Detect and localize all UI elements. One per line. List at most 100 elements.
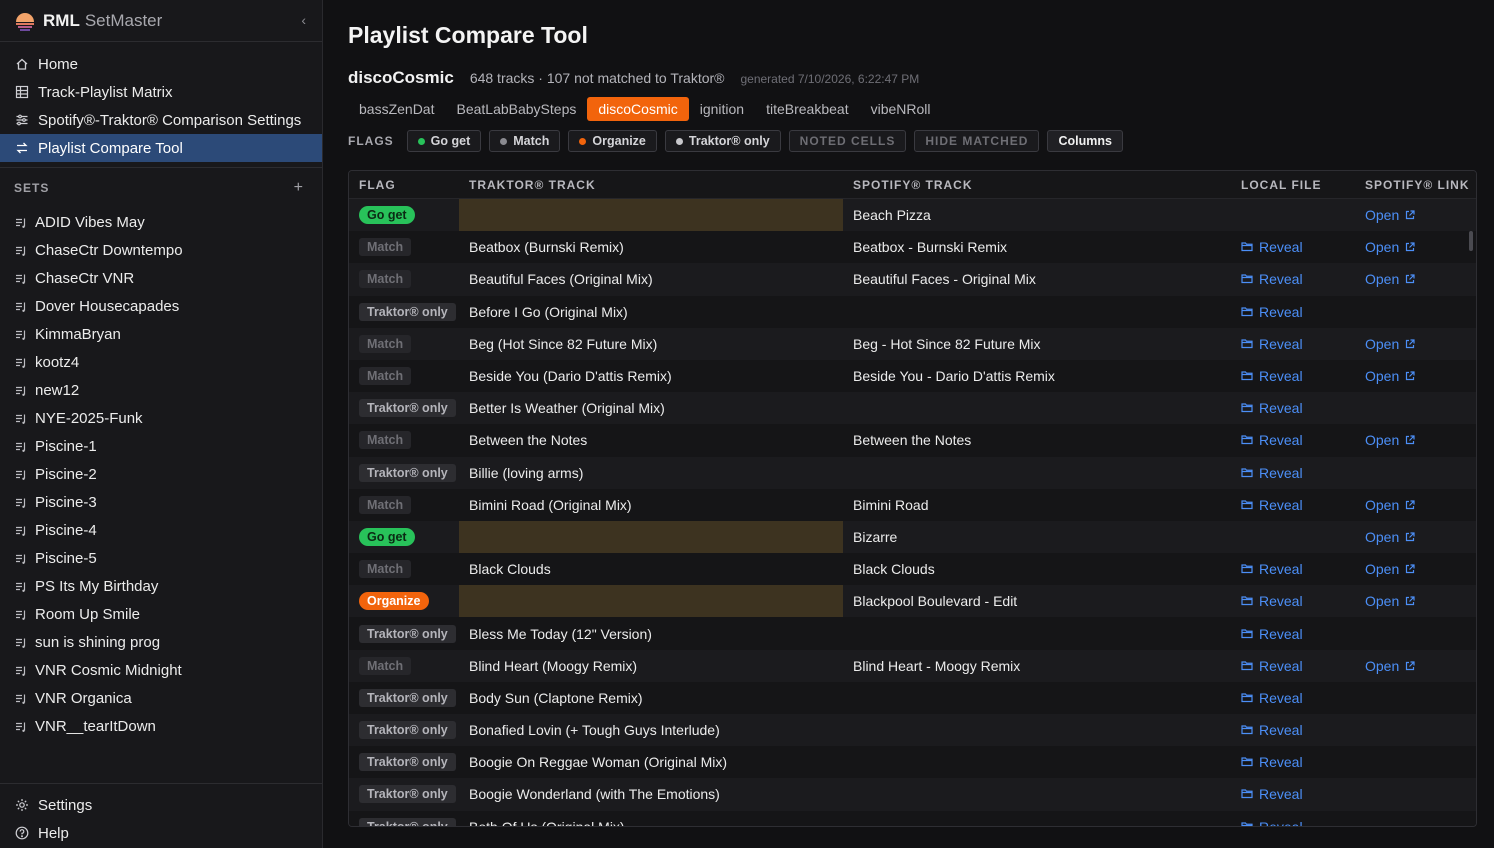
cell-traktor-track[interactable] <box>459 199 843 232</box>
flag-filter-go-get[interactable]: Go get <box>406 130 482 152</box>
table-row[interactable]: Traktor® only Better Is Weather (Original… <box>349 392 1476 425</box>
set-item[interactable]: sun is shining prog <box>0 628 322 656</box>
flag-badge[interactable]: Match <box>359 560 412 579</box>
nav-item-spotify-traktor-comparison-settings[interactable]: Spotify®-Traktor® Comparison Settings <box>0 106 322 134</box>
collapse-sidebar-icon[interactable]: ‹ <box>301 12 306 28</box>
col-local-file[interactable]: LOCAL FILE <box>1227 178 1357 192</box>
nav-item-track-playlist-matrix[interactable]: Track-Playlist Matrix <box>0 78 322 106</box>
cell-traktor-track[interactable]: Beside You (Dario D'attis Remix) <box>459 368 843 384</box>
reveal-link[interactable]: Reveal <box>1241 400 1303 416</box>
reveal-link[interactable]: Reveal <box>1241 690 1303 706</box>
set-item[interactable]: Piscine-4 <box>0 516 322 544</box>
table-row[interactable]: Traktor® only Body Sun (Claptone Remix) Re… <box>349 681 1476 714</box>
flag-badge[interactable]: Organize <box>359 592 429 611</box>
table-row[interactable]: Match Beg (Hot Since 82 Future Mix) Beg - … <box>349 327 1476 360</box>
cell-spotify-track[interactable]: Beatbox - Burnski Remix <box>843 239 1227 255</box>
table-row[interactable]: Traktor® only Bless Me Today (12" Version… <box>349 617 1476 650</box>
reveal-link[interactable]: Reveal <box>1241 658 1303 674</box>
table-row[interactable]: Match Black Clouds Black Clouds Reveal Open <box>349 553 1476 586</box>
reveal-link[interactable]: Reveal <box>1241 304 1303 320</box>
open-spotify-link[interactable]: Open <box>1365 432 1421 448</box>
col-spotify-track[interactable]: SPOTIFY® TRACK <box>843 178 1227 192</box>
tab-beatlabbabysteps[interactable]: BeatLabBabySteps <box>445 97 587 121</box>
flag-badge[interactable]: Traktor® only <box>359 463 456 482</box>
cell-spotify-track[interactable]: Beside You - Dario D'attis Remix <box>843 368 1227 384</box>
cell-traktor-track[interactable]: Blind Heart (Moogy Remix) <box>459 658 843 674</box>
flag-badge[interactable]: Traktor® only <box>359 785 456 804</box>
add-set-icon[interactable]: + <box>294 179 304 197</box>
set-item[interactable]: Piscine-2 <box>0 460 322 488</box>
open-spotify-link[interactable]: Open <box>1365 239 1421 255</box>
set-item[interactable]: VNR__tearItDown <box>0 712 322 740</box>
cell-spotify-track[interactable]: Blackpool Boulevard - Edit <box>843 593 1227 609</box>
cell-traktor-track[interactable]: Beg (Hot Since 82 Future Mix) <box>459 336 843 352</box>
reveal-link[interactable]: Reveal <box>1241 819 1303 826</box>
tab-basszendat[interactable]: bassZenDat <box>348 97 445 121</box>
cell-spotify-track[interactable]: Between the Notes <box>843 432 1227 448</box>
hide-matched-toggle[interactable]: HIDE MATCHED <box>914 130 1040 152</box>
set-item[interactable]: ChaseCtr VNR <box>0 264 322 292</box>
set-item[interactable]: PS Its My Birthday <box>0 572 322 600</box>
cell-traktor-track[interactable]: Boogie Wonderland (with The Emotions) <box>459 786 843 802</box>
columns-button[interactable]: Columns <box>1047 130 1123 152</box>
flag-badge[interactable]: Traktor® only <box>359 817 456 826</box>
flag-badge[interactable]: Traktor® only <box>359 302 456 321</box>
cell-traktor-track[interactable]: Beatbox (Burnski Remix) <box>459 239 843 255</box>
table-row[interactable]: Go get Beach Pizza Open <box>349 199 1476 232</box>
flag-badge[interactable]: Match <box>359 495 412 514</box>
open-spotify-link[interactable]: Open <box>1365 368 1421 384</box>
cell-spotify-track[interactable]: Beg - Hot Since 82 Future Mix <box>843 336 1227 352</box>
flag-badge[interactable]: Traktor® only <box>359 399 456 418</box>
table-row[interactable]: Match Between the Notes Between the Notes R… <box>349 424 1476 457</box>
open-spotify-link[interactable]: Open <box>1365 561 1421 577</box>
cell-traktor-track[interactable]: Bimini Road (Original Mix) <box>459 497 843 513</box>
set-item[interactable]: VNR Organica <box>0 684 322 712</box>
set-item[interactable]: new12 <box>0 376 322 404</box>
set-item[interactable]: Room Up Smile <box>0 600 322 628</box>
nav-item-home[interactable]: Home <box>0 50 322 78</box>
flag-badge[interactable]: Match <box>359 334 412 353</box>
table-row[interactable]: Match Blind Heart (Moogy Remix) Blind Hear… <box>349 649 1476 682</box>
cell-traktor-track[interactable]: Both Of Us (Original Mix) <box>459 819 843 826</box>
col-flag[interactable]: FLAG <box>349 178 459 192</box>
tab-discocosmic[interactable]: discoCosmic <box>587 97 689 121</box>
set-item[interactable]: VNR Cosmic Midnight <box>0 656 322 684</box>
flag-badge[interactable]: Traktor® only <box>359 721 456 740</box>
col-spotify-link[interactable]: SPOTIFY® LINK <box>1357 178 1476 192</box>
tab-vibenroll[interactable]: vibeNRoll <box>860 97 942 121</box>
table-row[interactable]: Traktor® only Boogie On Reggae Woman (Ori… <box>349 746 1476 779</box>
set-item[interactable]: kootz4 <box>0 348 322 376</box>
cell-traktor-track[interactable]: Beautiful Faces (Original Mix) <box>459 271 843 287</box>
open-spotify-link[interactable]: Open <box>1365 271 1421 287</box>
cell-traktor-track[interactable]: Between the Notes <box>459 432 843 448</box>
set-item[interactable]: KimmaBryan <box>0 320 322 348</box>
set-item[interactable]: ADID Vibes May <box>0 208 322 236</box>
table-row[interactable]: Traktor® only Before I Go (Original Mix) R… <box>349 295 1476 328</box>
nav-item-help[interactable]: Help <box>0 819 322 847</box>
tab-titebreakbeat[interactable]: titeBreakbeat <box>755 97 860 121</box>
cell-spotify-track[interactable]: Blind Heart - Moogy Remix <box>843 658 1227 674</box>
cell-traktor-track[interactable]: Bless Me Today (12" Version) <box>459 626 843 642</box>
flag-badge[interactable]: Match <box>359 431 412 450</box>
open-spotify-link[interactable]: Open <box>1365 529 1421 545</box>
flag-badge[interactable]: Match <box>359 270 412 289</box>
cell-traktor-track[interactable]: Body Sun (Claptone Remix) <box>459 690 843 706</box>
open-spotify-link[interactable]: Open <box>1365 207 1421 223</box>
cell-spotify-track[interactable]: Bizarre <box>843 529 1227 545</box>
reveal-link[interactable]: Reveal <box>1241 271 1303 287</box>
set-item[interactable]: ChaseCtr Downtempo <box>0 236 322 264</box>
cell-traktor-track[interactable]: Billie (loving arms) <box>459 465 843 481</box>
flag-badge[interactable]: Traktor® only <box>359 753 456 772</box>
reveal-link[interactable]: Reveal <box>1241 368 1303 384</box>
cell-traktor-track[interactable]: Boogie On Reggae Woman (Original Mix) <box>459 754 843 770</box>
open-spotify-link[interactable]: Open <box>1365 497 1421 513</box>
noted-cells-toggle[interactable]: NOTED CELLS <box>788 130 907 152</box>
open-spotify-link[interactable]: Open <box>1365 336 1421 352</box>
set-item[interactable]: NYE-2025-Funk <box>0 404 322 432</box>
table-row[interactable]: Match Beside You (Dario D'attis Remix) Bes… <box>349 359 1476 393</box>
flag-badge[interactable]: Match <box>359 238 412 257</box>
reveal-link[interactable]: Reveal <box>1241 626 1303 642</box>
tab-ignition[interactable]: ignition <box>689 97 755 121</box>
set-item[interactable]: Piscine-3 <box>0 488 322 516</box>
cell-traktor-track[interactable] <box>459 585 843 618</box>
